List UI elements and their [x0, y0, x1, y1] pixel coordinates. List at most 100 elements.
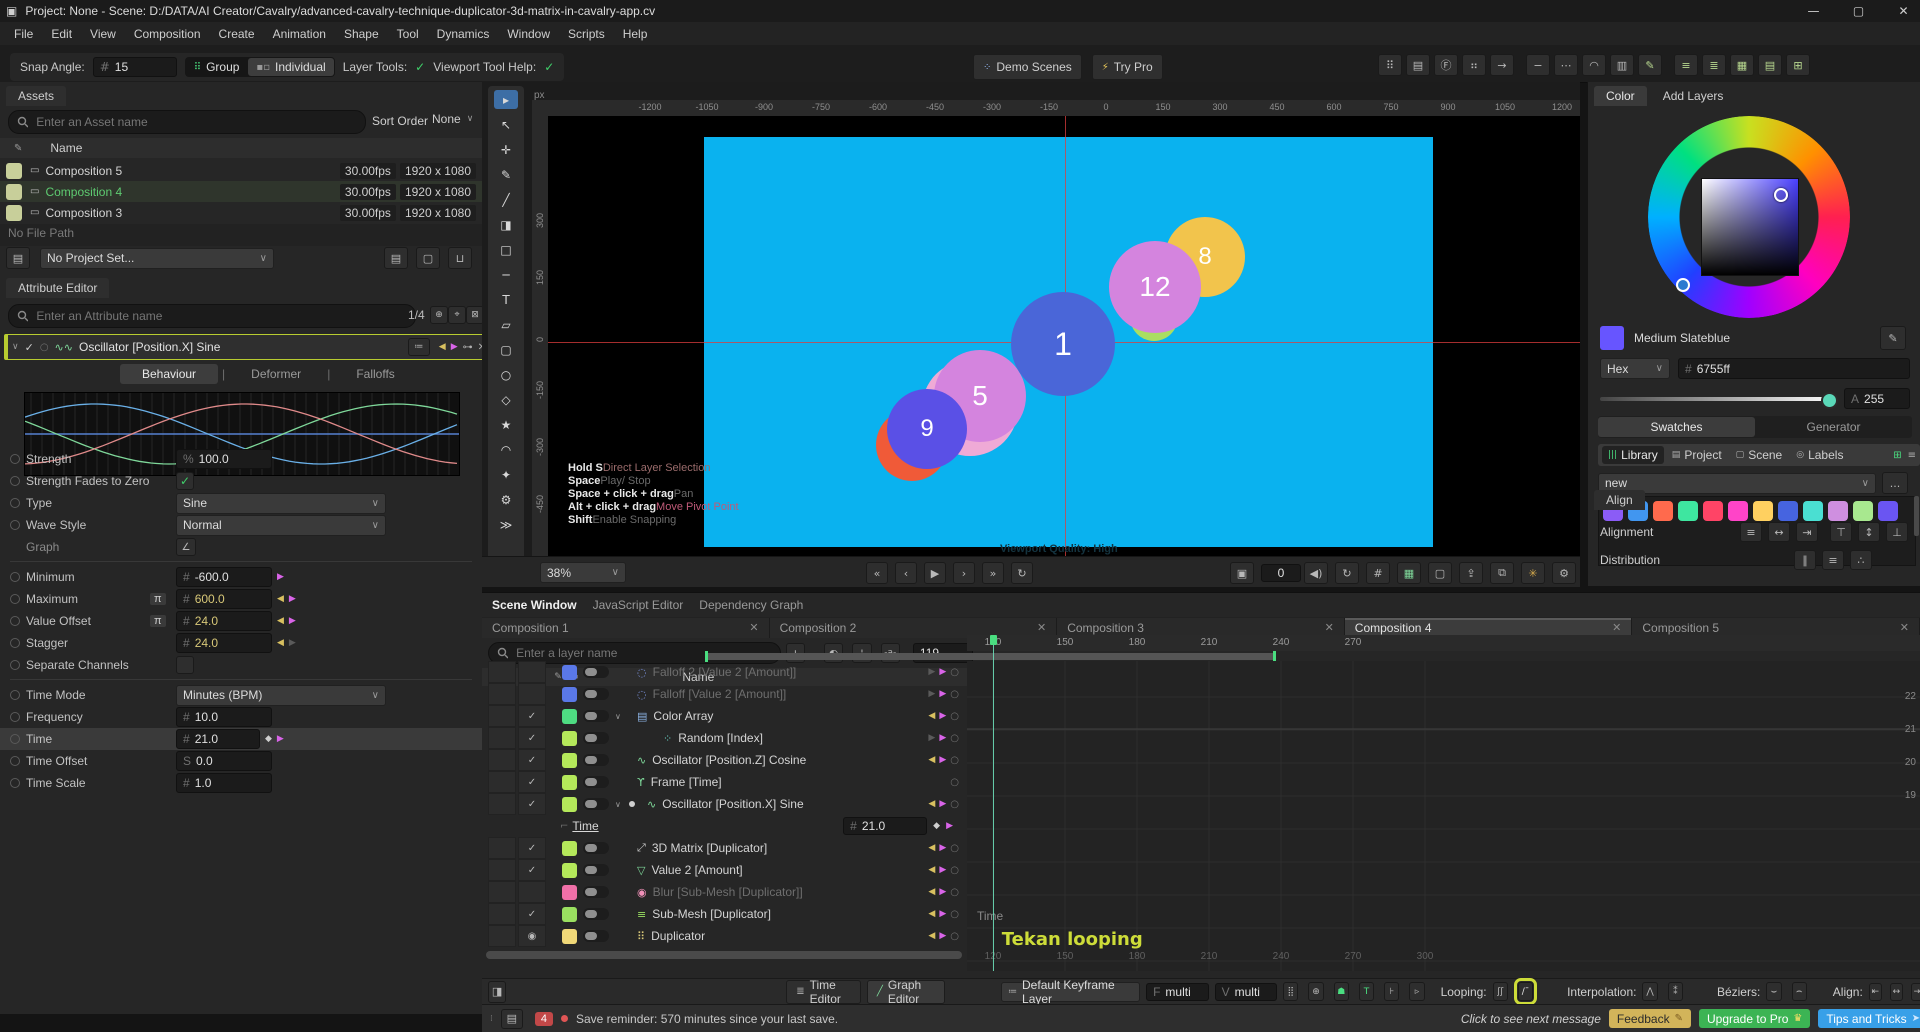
- solo-circle-icon[interactable]: ○: [950, 887, 959, 898]
- lock-cell[interactable]: [488, 771, 516, 793]
- keyframe-layer-select[interactable]: ≔Default Keyframe Layer: [1001, 982, 1140, 1002]
- layer-swatch[interactable]: [562, 687, 577, 702]
- layer-toggle[interactable]: [583, 688, 609, 700]
- palette-swatch-6[interactable]: [1753, 501, 1773, 521]
- attr-bullet[interactable]: [10, 520, 20, 530]
- loop-icon[interactable]: ↻: [1011, 562, 1033, 584]
- select-tool-icon[interactable]: ▸: [494, 90, 518, 109]
- next-keyframe-icon[interactable]: ▶: [277, 734, 284, 744]
- timeline-ruler[interactable]: 0306090120150180210240270: [967, 635, 1920, 651]
- individual-button[interactable]: ▪▫Individual: [248, 58, 333, 76]
- layer-row[interactable]: ◉∨⠿Duplicator◀▶○: [482, 925, 967, 947]
- project-icon-button[interactable]: ▤: [6, 247, 30, 269]
- ellipse-tool-icon[interactable]: ○: [494, 365, 518, 384]
- attr-bullet[interactable]: [10, 572, 20, 582]
- align-keys-left-icon[interactable]: ⇤: [1869, 983, 1882, 1001]
- menu-item-animation[interactable]: Animation: [265, 24, 334, 44]
- prev-keyframe-icon[interactable]: ◀: [928, 755, 935, 765]
- menu-item-create[interactable]: Create: [211, 24, 263, 44]
- layer-toggle[interactable]: [583, 864, 609, 876]
- solo-circle-icon[interactable]: ○: [950, 799, 959, 810]
- layer-row[interactable]: ✓∨∿Oscillator [Position.X] Sine◀▶○: [482, 793, 967, 815]
- visibility-cell[interactable]: ✓: [518, 705, 546, 727]
- menu-item-help[interactable]: Help: [615, 24, 656, 44]
- lock-cell[interactable]: [488, 903, 516, 925]
- group-button[interactable]: ⠿Group: [186, 58, 248, 76]
- spark-tool-icon[interactable]: ✦: [494, 465, 518, 484]
- layer-toggle[interactable]: [583, 908, 609, 920]
- close-tab-icon[interactable]: ✕: [1037, 621, 1046, 634]
- menu-item-edit[interactable]: Edit: [43, 24, 80, 44]
- collapse-icon[interactable]: −: [1526, 54, 1550, 76]
- next-keyframe-icon[interactable]: ▶: [289, 594, 296, 604]
- panel-scrollbar[interactable]: [1914, 496, 1919, 536]
- layer-swatch[interactable]: [562, 885, 577, 900]
- menu-item-shape[interactable]: Shape: [336, 24, 387, 44]
- camera-icon[interactable]: ▣: [1230, 562, 1254, 584]
- time-attr-field[interactable]: #21.0: [843, 817, 927, 835]
- field-input[interactable]: #24.0: [176, 633, 272, 653]
- refresh-icon[interactable]: ↻: [1335, 562, 1359, 584]
- comp-tab-1[interactable]: Composition 1✕: [482, 618, 770, 638]
- lock-cell[interactable]: [488, 793, 516, 815]
- distribute-grid-icon[interactable]: ∴: [1850, 550, 1872, 570]
- align-keys-right-icon[interactable]: ⇥: [1911, 983, 1920, 1001]
- align-vcenter-icon[interactable]: ↕: [1858, 522, 1880, 542]
- distribute-v-icon[interactable]: ≡: [1822, 550, 1844, 570]
- prev-keyframe-icon[interactable]: ◀: [928, 865, 935, 875]
- palette-swatch-7[interactable]: [1778, 501, 1798, 521]
- palette-swatch-9[interactable]: [1828, 501, 1848, 521]
- layer-toggle[interactable]: [583, 798, 609, 810]
- next-keyframe-icon[interactable]: ▶: [928, 733, 935, 743]
- solo-circle-icon[interactable]: ○: [40, 342, 49, 353]
- align-right-icon[interactable]: ⇥: [1796, 522, 1818, 542]
- panel-icon[interactable]: ▤: [1406, 54, 1430, 76]
- next-keyframe-icon[interactable]: ▶: [939, 733, 946, 743]
- field-input[interactable]: #1.0: [176, 773, 272, 793]
- field-input[interactable]: #24.0: [176, 611, 272, 631]
- card-icon[interactable]: ▥: [1610, 54, 1634, 76]
- graph-curve-chart[interactable]: [967, 661, 1920, 971]
- visibility-cell[interactable]: ✓: [518, 859, 546, 881]
- align-keys-center-icon[interactable]: ↔: [1890, 983, 1903, 1001]
- ghost-icon[interactable]: ☗: [1334, 982, 1349, 1001]
- maximize-button[interactable]: ▢: [1836, 4, 1881, 18]
- next-message-link[interactable]: Click to see next message: [1461, 1012, 1601, 1026]
- value-multi-field[interactable]: Vmulti: [1215, 983, 1278, 1001]
- time-editor-button[interactable]: ≣Time Editor: [786, 980, 861, 1004]
- assets-tab[interactable]: Assets: [6, 86, 66, 106]
- layer-swatch[interactable]: [562, 665, 577, 680]
- next-keyframe-icon[interactable]: ▶: [939, 689, 946, 699]
- visibility-cell[interactable]: [518, 881, 546, 903]
- align-bottom-icon[interactable]: ⊥: [1886, 522, 1908, 542]
- attr-bullet[interactable]: [10, 756, 20, 766]
- grid-view-icon[interactable]: ⊞: [1893, 450, 1901, 461]
- field-input[interactable]: S0.0: [176, 751, 272, 771]
- hex-mode-select[interactable]: Hex∨: [1600, 358, 1670, 379]
- field-input[interactable]: %100.0: [176, 449, 272, 469]
- arc-tool-icon[interactable]: ◠: [494, 440, 518, 459]
- go-end-icon[interactable]: »: [982, 562, 1004, 584]
- loop-wave-icon[interactable]: ʃʃ: [1493, 982, 1508, 1001]
- subtab-generator[interactable]: Generator: [1755, 417, 1912, 437]
- monitor-icon[interactable]: ▢: [416, 247, 440, 269]
- keyframe-next-icon[interactable]: ▶: [451, 342, 458, 352]
- alpha-field[interactable]: A255: [1844, 388, 1910, 409]
- editor-tab-dependency-graph[interactable]: Dependency Graph: [699, 598, 803, 612]
- play-icon[interactable]: ▶: [924, 562, 946, 584]
- layer-toggle[interactable]: [583, 710, 609, 722]
- prev-keyframe-icon[interactable]: ◀: [928, 711, 935, 721]
- next-keyframe-icon[interactable]: ▶: [939, 843, 946, 853]
- next-keyframe-icon[interactable]: ▶: [939, 909, 946, 919]
- pages-icon[interactable]: ⧉: [1490, 562, 1514, 584]
- attribute-tab-behaviour[interactable]: Behaviour: [120, 364, 218, 384]
- gear-icon[interactable]: ⚙: [1552, 562, 1576, 584]
- layer-swatch[interactable]: [562, 863, 577, 878]
- zoom-select[interactable]: 38%∨: [540, 562, 626, 583]
- prev-keyframe-icon[interactable]: ◀: [928, 931, 935, 941]
- source-labels[interactable]: ◎Labels: [1790, 446, 1849, 464]
- menu-item-view[interactable]: View: [82, 24, 124, 44]
- grid-cells-icon[interactable]: ⊞: [1786, 54, 1810, 76]
- export-icon[interactable]: ⇪: [1459, 562, 1483, 584]
- lock-cell[interactable]: [488, 661, 516, 683]
